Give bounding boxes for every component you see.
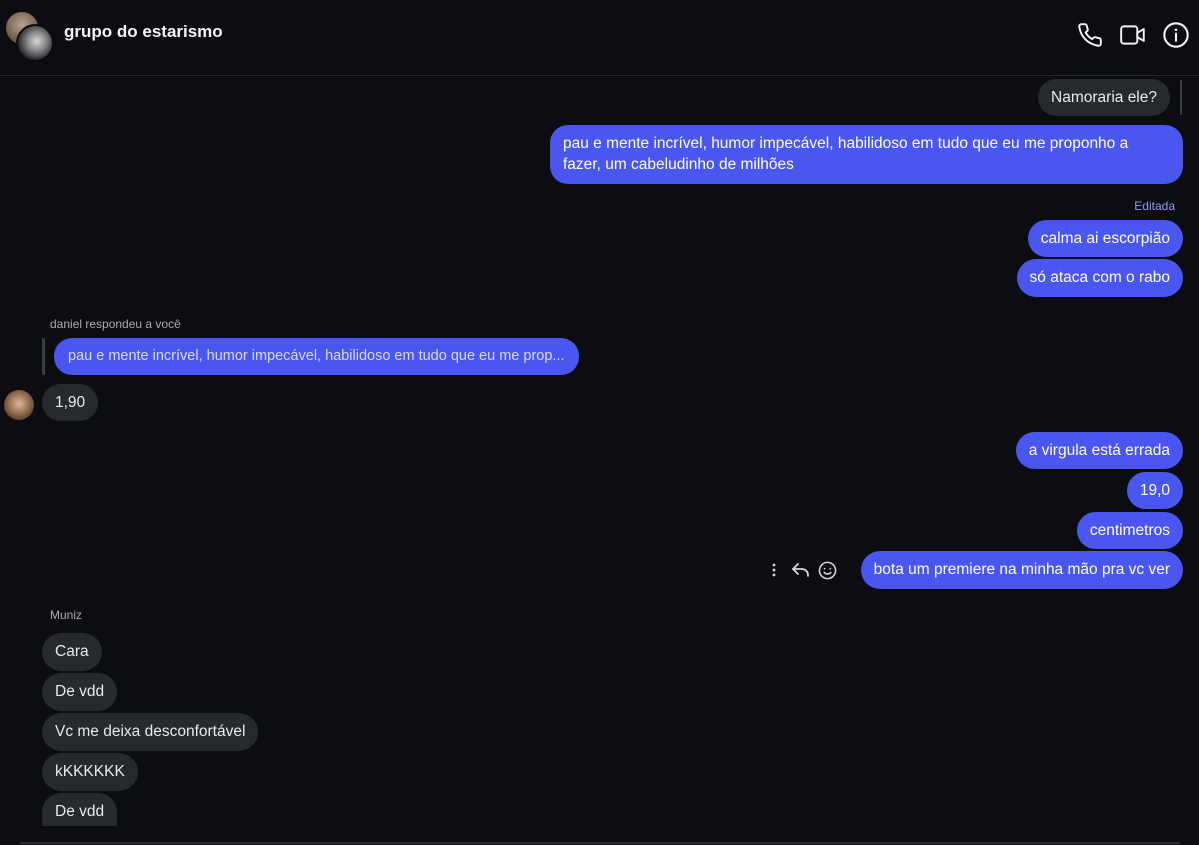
reply-quote[interactable]: pau e mente incrível, humor impecável, h… <box>54 338 579 375</box>
phone-icon[interactable] <box>1075 20 1105 50</box>
emoji-icon[interactable] <box>816 559 838 581</box>
message-outgoing[interactable]: bota um premiere na minha mão pra vc ver <box>860 551 1183 589</box>
avatar[interactable] <box>4 390 34 420</box>
message-outgoing[interactable]: a virgula está errada <box>1015 432 1183 469</box>
message-incoming[interactable]: 1,90 <box>42 384 99 421</box>
message-incoming[interactable]: Cara <box>42 633 102 671</box>
message-incoming[interactable]: De vdd <box>42 793 118 826</box>
group-title[interactable]: grupo do estarismo <box>64 22 223 42</box>
edited-label: Editada <box>1134 199 1175 213</box>
more-options-icon[interactable] <box>766 560 782 580</box>
reply-icon[interactable] <box>790 560 812 580</box>
composer-divider <box>20 842 1180 844</box>
message-outgoing[interactable]: 19,0 <box>1126 472 1183 509</box>
reply-label: daniel respondeu a você <box>50 317 181 331</box>
scrollbar[interactable] <box>1180 80 1182 115</box>
message-outgoing[interactable]: calma ai escorpião <box>1027 220 1183 257</box>
chat-header: grupo do estarismo <box>0 0 1199 76</box>
sender-name: Muniz <box>50 608 83 622</box>
message-incoming[interactable]: Namoraria ele? <box>1038 79 1170 116</box>
message-incoming[interactable]: kKKKKKK <box>42 753 138 791</box>
message-incoming[interactable]: De vdd <box>42 673 118 711</box>
info-icon[interactable] <box>1161 20 1191 50</box>
message-outgoing[interactable]: centimetros <box>1076 512 1183 549</box>
chat-window: grupo do estarismo Namoraria ele? pau e … <box>0 0 1199 845</box>
member-avatar <box>16 24 54 62</box>
video-icon[interactable] <box>1118 20 1148 50</box>
reply-bar <box>42 338 45 375</box>
message-outgoing[interactable]: só ataca com o rabo <box>1016 259 1183 297</box>
message-incoming[interactable]: Vc me deixa desconfortável <box>42 713 259 751</box>
message-outgoing[interactable]: pau e mente incrível, humor impecável, h… <box>550 125 1183 184</box>
group-avatar[interactable] <box>4 10 54 62</box>
